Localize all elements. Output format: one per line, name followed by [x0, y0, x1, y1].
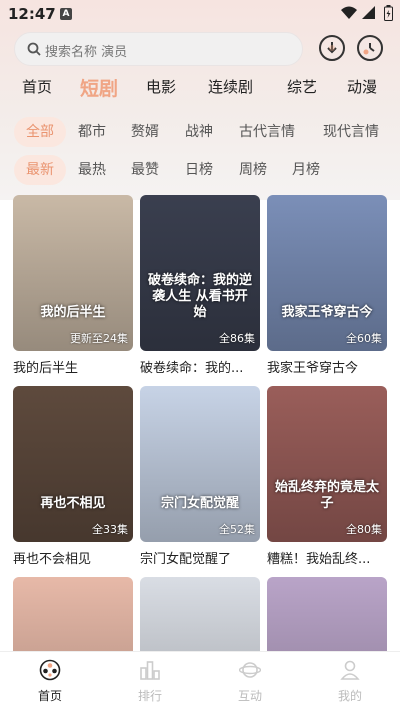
poster-title-art: 宗门女配觉醒: [160, 496, 239, 511]
chip-sort-hottest[interactable]: 最热: [78, 155, 106, 185]
episode-badge: 全52集: [219, 523, 255, 536]
chip-genre-ancient-romance[interactable]: 古代言情: [239, 117, 295, 147]
nav-ranking[interactable]: 排行: [120, 656, 180, 704]
chip-genre-son-in-law[interactable]: 赘婿: [131, 117, 159, 147]
drama-title: 我的后半生: [13, 361, 79, 376]
sort-filter: 最新 最热 最赞 日榜 周榜 月榜: [0, 155, 400, 187]
nav-home-label: 首页: [37, 689, 62, 703]
status-time: 12:47: [8, 5, 56, 23]
drama-card[interactable]: [13, 577, 133, 711]
drama-card[interactable]: [267, 577, 387, 711]
chip-genre-war-god[interactable]: 战神: [185, 117, 213, 147]
search-placeholder: 搜索名称 演员: [45, 45, 128, 60]
tab-home[interactable]: 首页: [22, 76, 52, 97]
tab-movie[interactable]: 电影: [146, 76, 176, 97]
history-clock-icon: [363, 43, 375, 55]
drama-poster: 再也不相见全33集: [13, 386, 133, 542]
drama-card[interactable]: 破卷续命：我的逆袭人生 从看书开始全86集破卷续命：我的...: [140, 195, 260, 377]
episode-badge: 全33集: [92, 523, 128, 536]
poster-title-art: 我家王爷穿古今: [281, 305, 373, 320]
episode-badge: 全60集: [346, 332, 382, 345]
profile-icon: [339, 659, 361, 681]
nav-home[interactable]: 首页: [20, 656, 80, 704]
download-icon: [327, 42, 337, 54]
drama-card[interactable]: 再也不相见全33集再也不会相见: [13, 386, 133, 568]
drama-title: 再也不会相见: [13, 552, 92, 567]
drama-title: 破卷续命：我的...: [140, 361, 244, 376]
chip-genre-modern-romance[interactable]: 现代言情: [323, 117, 379, 147]
search-input[interactable]: 搜索名称 演员: [14, 32, 303, 66]
ranking-icon: [139, 659, 161, 681]
nav-mine[interactable]: 我的: [320, 656, 380, 704]
wifi-icon: [341, 6, 357, 19]
chip-sort-weekly[interactable]: 周榜: [239, 155, 267, 185]
nav-interact[interactable]: 互动: [220, 656, 280, 704]
chip-sort-most-liked[interactable]: 最赞: [131, 155, 159, 185]
chip-sort-monthly[interactable]: 月榜: [292, 155, 320, 185]
tab-short-drama[interactable]: 短剧: [80, 74, 118, 101]
chip-genre-all[interactable]: 全部: [14, 117, 66, 147]
nav-mine-label: 我的: [337, 689, 362, 703]
chip-sort-daily[interactable]: 日榜: [185, 155, 213, 185]
drama-poster: 始乱终弃的竟是太子全80集: [267, 386, 387, 542]
genre-filter: 全部 都市 赘婿 战神 古代言情 现代言情: [0, 117, 400, 149]
tab-variety[interactable]: 综艺: [287, 76, 317, 97]
search-icon: [27, 42, 41, 56]
download-button[interactable]: [319, 35, 345, 61]
poster-title-art: 始乱终弃的竟是太子: [274, 480, 379, 511]
film-reel-icon: [39, 659, 61, 681]
bottom-nav: 首页 排行 互动 我的: [0, 651, 400, 711]
drama-poster: 宗门女配觉醒全52集: [140, 386, 260, 542]
poster-title-art: 再也不相见: [40, 496, 106, 511]
history-button[interactable]: [357, 35, 383, 61]
poster-title-art: 破卷续命：我的逆袭人生 从看书开始: [147, 273, 252, 320]
episode-badge: 更新至24集: [70, 332, 128, 345]
episode-badge: 全80集: [346, 523, 382, 536]
drama-poster: 我的后半生更新至24集: [13, 195, 133, 351]
poster-title-art: 我的后半生: [40, 305, 106, 320]
drama-poster: 我家王爷穿古今全60集: [267, 195, 387, 351]
drama-card[interactable]: 始乱终弃的竟是太子全80集糟糕！我始乱终...: [267, 386, 387, 568]
a-icon: A: [60, 8, 72, 20]
drama-card[interactable]: 我的后半生 更新至24集 我的后半生: [13, 195, 133, 377]
chip-genre-urban[interactable]: 都市: [78, 117, 106, 147]
signal-icon: [362, 6, 375, 19]
status-bar: 12:47 A: [0, 0, 400, 28]
episode-badge: 全86集: [219, 332, 255, 345]
battery-icon: [384, 5, 393, 21]
category-tabs: 首页 短剧 电影 连续剧 综艺 动漫: [0, 76, 400, 102]
nav-interact-label: 互动: [237, 689, 262, 703]
drama-title: 宗门女配觉醒了: [140, 552, 232, 567]
drama-poster: 破卷续命：我的逆袭人生 从看书开始全86集: [140, 195, 260, 351]
tab-series[interactable]: 连续剧: [208, 76, 253, 97]
drama-card[interactable]: 宗门女配觉醒全52集宗门女配觉醒了: [140, 386, 260, 568]
drama-title: 糟糕！我始乱终...: [267, 552, 371, 567]
drama-title: 我家王爷穿古今: [267, 361, 359, 376]
chip-sort-latest[interactable]: 最新: [14, 155, 66, 185]
drama-card[interactable]: 夺天: [140, 577, 260, 711]
nav-ranking-label: 排行: [137, 689, 162, 703]
drama-card[interactable]: 我家王爷穿古今 全60集 我家王爷穿古今: [267, 195, 387, 377]
chat-planet-icon: [238, 659, 262, 681]
tab-anime[interactable]: 动漫: [347, 76, 377, 97]
